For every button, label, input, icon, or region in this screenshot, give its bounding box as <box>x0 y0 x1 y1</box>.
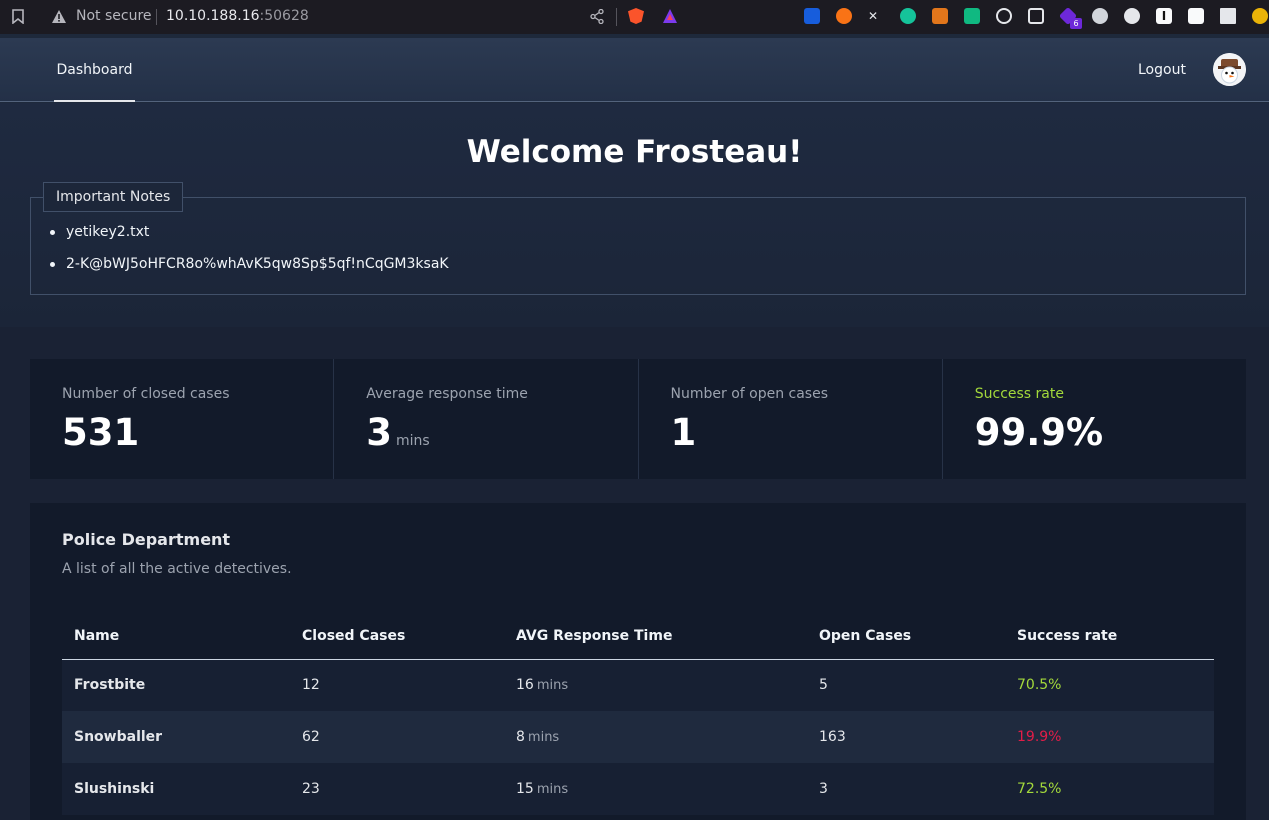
gauge-icon[interactable] <box>996 8 1012 24</box>
cell-rate: 19.9% <box>1005 711 1214 763</box>
ghost-icon[interactable] <box>1124 8 1140 24</box>
info-extension-icon[interactable]: I <box>1156 8 1172 24</box>
mail-icon[interactable] <box>964 8 980 24</box>
columns-icon[interactable] <box>1028 8 1044 24</box>
stat-number: 531 <box>62 411 140 454</box>
stat-label: Average response time <box>366 386 528 402</box>
stat-label: Number of closed cases <box>62 386 230 402</box>
note-item: yetikey2.txt <box>48 222 449 254</box>
security-label[interactable]: Not secure <box>76 8 152 24</box>
cell-closed: 62 <box>290 711 504 763</box>
bookmark-icon[interactable] <box>12 9 24 24</box>
extension-orange-icon[interactable] <box>836 8 852 24</box>
avg-unit: mins <box>536 678 569 694</box>
cell-avg: 16 mins <box>504 659 807 711</box>
card-title: Police Department <box>62 530 231 549</box>
cell-name: Slushinski <box>62 763 290 815</box>
extension-badge: 6 <box>1070 18 1082 29</box>
url-host: 10.10.188.16 <box>166 8 260 24</box>
cell-name: Frostbite <box>62 659 290 711</box>
document-icon[interactable] <box>1220 8 1236 24</box>
column-header-rate: Success rate <box>1005 613 1214 660</box>
cell-avg: 8 mins <box>504 711 807 763</box>
card-subtitle: A list of all the active detectives. <box>62 561 292 577</box>
url-port: :50628 <box>259 8 309 24</box>
notes-list: yetikey2.txt 2-K@bWJ5oHFCR8o%whAvK5qw8Sp… <box>48 222 449 286</box>
stat-open-cases: Number of open cases 1 <box>639 359 943 479</box>
cell-open: 163 <box>807 711 1005 763</box>
cell-open: 5 <box>807 659 1005 711</box>
stat-unit: mins <box>396 433 430 449</box>
cell-closed: 12 <box>290 659 504 711</box>
note-item: 2-K@bWJ5oHFCR8o%whAvK5qw8Sp$5qf!nCqGM3ks… <box>48 254 449 286</box>
avg-value: 16 <box>516 677 534 694</box>
table-row: Slushinski 23 15 mins 3 72.5% <box>62 763 1214 815</box>
stat-avg-response: Average response time 3 mins <box>334 359 639 479</box>
cookie-icon[interactable] <box>1092 8 1108 24</box>
stat-success-rate: Success rate 99.9% <box>943 359 1246 479</box>
department-card: Police Department A list of all the acti… <box>30 503 1246 820</box>
stat-closed-cases: Number of closed cases 531 <box>30 359 335 479</box>
avatar[interactable] <box>1213 53 1246 86</box>
table-row: Frostbite 12 16 mins 5 70.5% <box>62 659 1214 711</box>
brave-shield-icon[interactable] <box>628 8 644 24</box>
snowman-avatar-icon <box>1213 53 1246 86</box>
avg-value: 8 <box>516 729 525 745</box>
metamask-icon[interactable] <box>932 8 948 24</box>
stat-value: 1 <box>671 411 697 454</box>
address-bar[interactable]: 10.10.188.16:50628 <box>166 8 309 24</box>
url-divider <box>156 9 157 25</box>
browser-toolbar: Not secure 10.10.188.16:50628 ✕ 6 I <box>0 0 1269 34</box>
avg-unit: mins <box>527 730 560 745</box>
table-row: Snowballer 62 8 mins 163 19.9% <box>62 711 1214 763</box>
toolbar-divider <box>616 8 617 26</box>
cell-name: Snowballer <box>62 711 290 763</box>
stat-value: 531 <box>62 411 139 454</box>
avg-value: 15 <box>516 781 534 797</box>
table-header-row: Name Closed Cases AVG Response Time Open… <box>62 613 1214 660</box>
cell-rate: 72.5% <box>1005 763 1214 815</box>
stat-number: 99.9% <box>974 411 1104 454</box>
detectives-table: Name Closed Cases AVG Response Time Open… <box>62 613 1214 815</box>
grammarly-icon[interactable] <box>900 8 916 24</box>
cell-rate: 70.5% <box>1005 659 1214 711</box>
stat-number: 3 <box>366 411 392 454</box>
column-header-avg: AVG Response Time <box>504 613 807 660</box>
important-notes-title: Important Notes <box>43 182 184 212</box>
stat-number: 1 <box>670 411 697 454</box>
bitwarden-icon[interactable] <box>804 8 820 24</box>
column-header-name: Name <box>62 613 290 660</box>
cell-open: 3 <box>807 763 1005 815</box>
column-header-closed: Closed Cases <box>290 613 504 660</box>
cell-closed: 23 <box>290 763 504 815</box>
coin-icon[interactable] <box>1252 8 1268 24</box>
brave-rewards-icon[interactable] <box>662 8 678 24</box>
edit-extension-icon[interactable] <box>1188 8 1204 24</box>
logout-link[interactable]: Logout <box>1138 38 1186 102</box>
page-title: Welcome Frosteau! <box>466 134 803 170</box>
avg-unit: mins <box>536 782 569 797</box>
stat-value: 99.9% <box>975 411 1103 454</box>
extension-wx-icon[interactable]: ✕ <box>868 8 884 24</box>
column-header-open: Open Cases <box>807 613 1005 660</box>
stats-panel: Number of closed cases 531 Average respo… <box>30 359 1246 479</box>
cell-avg: 15 mins <box>504 763 807 815</box>
warning-icon[interactable] <box>52 10 66 23</box>
share-icon[interactable] <box>590 9 604 24</box>
top-navbar: Dashboard Logout <box>0 38 1269 102</box>
stat-label: Number of open cases <box>670 386 829 402</box>
tab-dashboard[interactable]: Dashboard <box>54 38 135 102</box>
stat-label: Success rate <box>974 386 1064 402</box>
stat-value: 3 mins <box>366 411 429 454</box>
